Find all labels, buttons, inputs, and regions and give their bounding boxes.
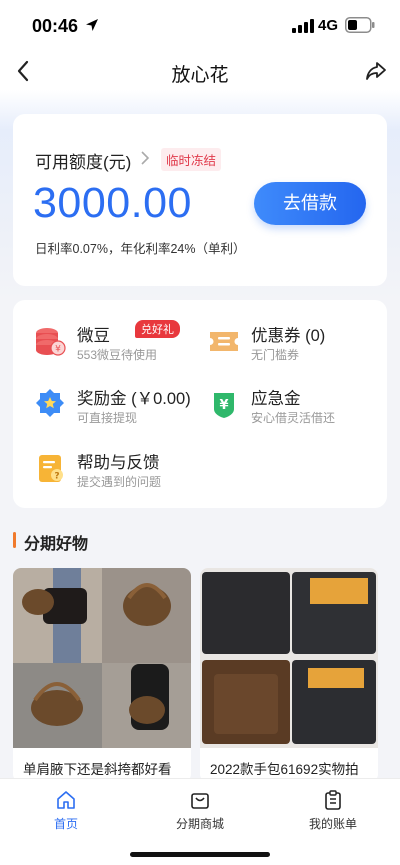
network-type: 4G: [318, 17, 339, 34]
service-title: 应急金: [251, 390, 301, 408]
service-subtitle: 安心借灵活借还: [251, 411, 336, 425]
service-subtitle: 553微豆待使用: [77, 348, 158, 362]
product-name: 2022款手包61692实物拍: [210, 762, 359, 777]
share-icon[interactable]: [364, 59, 388, 83]
status-bar: 00:46 4G: [0, 0, 400, 50]
interest-rate-text: 日利率0.07%，年化利率24%（单利）: [35, 242, 246, 256]
tab-label: 我的账单: [308, 817, 357, 831]
service-title: 奖励金 (￥0.00): [77, 390, 191, 408]
product-name: 单肩腋下还是斜挎都好看: [23, 762, 172, 777]
svg-text:?: ?: [54, 472, 59, 482]
tab-mall[interactable]: 分期商城: [150, 789, 250, 833]
credit-label[interactable]: 可用额度(元): [35, 148, 131, 173]
service-coupon[interactable]: 优惠券 (0) 无门槛券: [207, 322, 377, 366]
coupon-icon: [210, 332, 238, 351]
help-feedback-icon: ?: [39, 455, 63, 482]
section-accent-bar: [13, 532, 16, 548]
credit-card: 可用额度(元) 临时冻结 3000.00 去借款 日利率0.07%，年化利率24…: [13, 114, 387, 286]
product-card[interactable]: 单肩腋下还是斜挎都好看: [13, 568, 191, 782]
location-arrow-icon: [86, 19, 98, 31]
svg-text:¥: ¥: [55, 345, 61, 355]
home-indicator: [130, 852, 270, 857]
service-title: 帮助与反馈: [77, 454, 160, 472]
service-title: 微豆: [77, 327, 110, 345]
product-card[interactable]: 2022款手包61692实物拍: [200, 568, 378, 782]
tab-bills[interactable]: 我的账单: [283, 789, 383, 833]
available-amount: 3000.00: [33, 179, 192, 227]
nav-bar: 放心花: [0, 50, 400, 94]
service-emergency-fund[interactable]: ¥ 应急金 安心借灵活借还: [207, 385, 377, 429]
section-title: 分期好物: [24, 536, 89, 553]
svg-text:¥: ¥: [219, 398, 228, 413]
chevron-right-icon[interactable]: [139, 150, 151, 166]
bill-clipboard-icon: [325, 790, 341, 810]
tab-home[interactable]: 首页: [16, 789, 116, 833]
signal-icon: [292, 19, 314, 33]
home-icon: [57, 791, 75, 809]
service-subtitle: 提交遇到的问题: [77, 475, 162, 489]
service-weidou[interactable]: ¥ 微豆 兑好礼 553微豆待使用: [33, 320, 203, 366]
borrow-button[interactable]: 去借款: [254, 182, 366, 225]
service-subtitle: 无门槛券: [251, 348, 300, 362]
product-image[interactable]: [13, 568, 191, 748]
services-card: ¥ 微豆 兑好礼 553微豆待使用 优惠券 (0) 无门槛券 奖励金 (￥0.0…: [13, 300, 387, 508]
coin-stack-icon: ¥: [36, 328, 66, 356]
service-help-feedback[interactable]: ? 帮助与反馈 提交遇到的问题: [33, 449, 203, 493]
page-title: 放心花: [171, 65, 229, 86]
service-subtitle: 可直接提现: [77, 411, 138, 425]
emergency-fund-icon: ¥: [214, 393, 234, 418]
service-title: 优惠券 (0): [251, 327, 326, 345]
redeem-gift-badge: 兑好礼: [135, 320, 180, 338]
shopping-bag-icon: [191, 793, 209, 809]
battery-icon: [345, 17, 375, 33]
tab-label: 分期商城: [175, 817, 224, 831]
product-image[interactable]: [200, 568, 378, 748]
tab-label: 首页: [53, 817, 78, 831]
frozen-status-badge: 临时冻结: [161, 148, 222, 171]
reward-badge-icon: [36, 389, 64, 417]
service-reward[interactable]: 奖励金 (￥0.00) 可直接提现: [33, 385, 203, 429]
status-time: 00:46: [32, 16, 79, 36]
